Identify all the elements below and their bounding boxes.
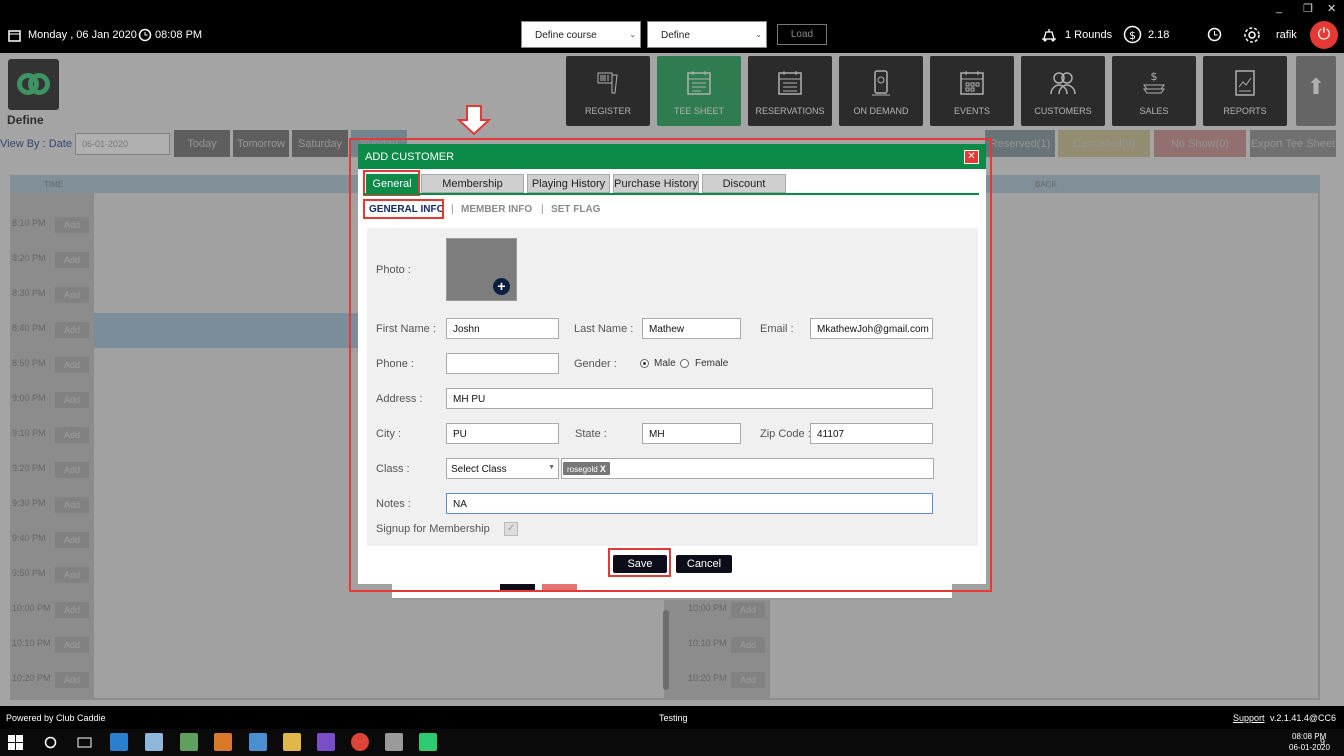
- zip-code-input[interactable]: 41107: [810, 423, 933, 444]
- app-footer: Powered by Club Caddie Testing Support v…: [0, 706, 1344, 729]
- state-label: State :: [575, 428, 607, 440]
- last-name-input[interactable]: Mathew: [642, 318, 741, 339]
- chevron-down-icon: ⌄: [755, 30, 762, 39]
- class-label: Class :: [376, 463, 410, 475]
- male-label: Male: [654, 358, 676, 369]
- app-icon[interactable]: [180, 733, 198, 751]
- chevron-down-icon: ⌄: [629, 30, 636, 39]
- svg-text:$: $: [1129, 29, 1136, 42]
- signup-membership-label: Signup for Membership: [376, 523, 490, 535]
- sublime-icon[interactable]: [214, 733, 232, 751]
- close-window-button[interactable]: ✕: [1327, 2, 1336, 15]
- tab-purchase-history[interactable]: Purchase History: [613, 174, 699, 193]
- course-select-value: Define course: [535, 30, 597, 41]
- dropdown-caret-icon: ▼: [548, 464, 555, 471]
- current-date: Monday , 06 Jan 2020: [28, 29, 137, 41]
- search-circle-icon[interactable]: [44, 736, 57, 749]
- restore-button[interactable]: ❐: [1303, 2, 1313, 15]
- modal-title: ADD CUSTOMER: [358, 144, 986, 169]
- female-radio[interactable]: [680, 359, 689, 368]
- general-info-highlight: [363, 199, 444, 219]
- city-input[interactable]: PU: [446, 423, 559, 444]
- app-icon[interactable]: [385, 733, 403, 751]
- vscode-icon[interactable]: [110, 733, 128, 751]
- load-button[interactable]: Load: [777, 24, 827, 45]
- tab-discount[interactable]: Discount: [702, 174, 786, 193]
- tab-playing-history[interactable]: Playing History: [527, 174, 610, 193]
- notes-label: Notes :: [376, 498, 411, 510]
- first-name-input[interactable]: Joshn: [446, 318, 559, 339]
- photo-upload[interactable]: +: [446, 238, 517, 301]
- minimize-button[interactable]: _: [1276, 2, 1282, 14]
- balance-value: 2.18: [1148, 29, 1170, 41]
- phone-input[interactable]: [446, 353, 559, 374]
- support-link[interactable]: Support: [1233, 713, 1265, 723]
- phone-label: Phone :: [376, 358, 414, 370]
- clock-icon: [138, 28, 152, 42]
- class-tags-input[interactable]: [561, 458, 934, 479]
- cancel-button[interactable]: Cancel: [676, 555, 732, 573]
- class-tag-chip: rosegold X: [563, 462, 610, 475]
- address-label: Address :: [376, 393, 423, 405]
- tab-underline: [363, 193, 979, 195]
- email-label: Email :: [760, 323, 794, 335]
- define-select-value: Define: [661, 30, 690, 41]
- photo-label: Photo :: [376, 264, 411, 276]
- rounds-count: 1 Rounds: [1065, 29, 1113, 41]
- task-view-icon[interactable]: [77, 736, 92, 749]
- windows-start-icon[interactable]: [8, 735, 23, 750]
- windows-taskbar: [0, 729, 1344, 756]
- first-name-label: First Name :: [376, 323, 436, 335]
- remove-tag-icon[interactable]: X: [600, 464, 606, 474]
- app-icon[interactable]: [145, 733, 163, 751]
- tab-membership[interactable]: Membership: [421, 174, 524, 193]
- top-bar: Monday , 06 Jan 2020 08:08 PM Define cou…: [0, 18, 1344, 53]
- class-select-value: Select Class: [451, 464, 507, 475]
- file-explorer-icon[interactable]: [283, 733, 301, 751]
- save-highlight: [608, 548, 671, 577]
- gear-icon[interactable]: [1243, 26, 1261, 44]
- course-select[interactable]: Define course ⌄: [521, 21, 641, 48]
- club-caddie-taskbar-icon[interactable]: [419, 733, 437, 751]
- signup-membership-checkbox[interactable]: ✓: [504, 522, 518, 536]
- notes-input[interactable]: NA: [446, 493, 933, 514]
- visual-studio-icon[interactable]: [317, 733, 335, 751]
- zip-code-label: Zip Code :: [760, 428, 811, 440]
- app-icon[interactable]: [249, 733, 267, 751]
- female-label: Female: [695, 358, 729, 369]
- notification-badge[interactable]: 9: [1320, 737, 1325, 747]
- add-photo-icon[interactable]: +: [493, 278, 510, 295]
- version-label: v.2.1.41.4@CC6: [1270, 713, 1337, 723]
- subtab-member-info[interactable]: MEMBER INFO: [461, 204, 532, 215]
- address-input[interactable]: MH PU: [446, 388, 933, 409]
- subtab-separator: |: [451, 204, 454, 215]
- environment-label: Testing: [659, 713, 688, 723]
- subtab-set-flag[interactable]: SET FLAG: [551, 204, 600, 215]
- calendar-icon: [8, 30, 21, 42]
- current-time: 08:08 PM: [155, 29, 203, 41]
- close-icon[interactable]: ✕: [964, 150, 979, 164]
- down-arrow-annotation-icon: [456, 105, 492, 136]
- email-input[interactable]: MkathewJoh@gmail.com: [810, 318, 933, 339]
- window-title-bar: _ ❐ ✕: [0, 0, 1344, 18]
- history-clock-icon[interactable]: [1207, 27, 1222, 42]
- city-label: City :: [376, 428, 402, 440]
- state-input[interactable]: MH: [642, 423, 741, 444]
- last-name-label: Last Name :: [574, 323, 634, 335]
- class-select[interactable]: Select Class ▼: [446, 458, 559, 479]
- power-icon[interactable]: ⏻: [1310, 21, 1338, 49]
- chrome-icon[interactable]: [351, 733, 369, 751]
- subtab-separator: |: [541, 204, 544, 215]
- define-select[interactable]: Define ⌄: [647, 21, 767, 48]
- golf-cart-icon: [1042, 29, 1056, 42]
- dollar-icon: $: [1123, 25, 1142, 44]
- gender-label: Gender :: [574, 358, 617, 370]
- username: rafik: [1276, 29, 1297, 41]
- powered-by: Powered by Club Caddie: [6, 713, 106, 723]
- male-radio[interactable]: [640, 359, 649, 368]
- class-tag-label: rosegold: [567, 465, 598, 474]
